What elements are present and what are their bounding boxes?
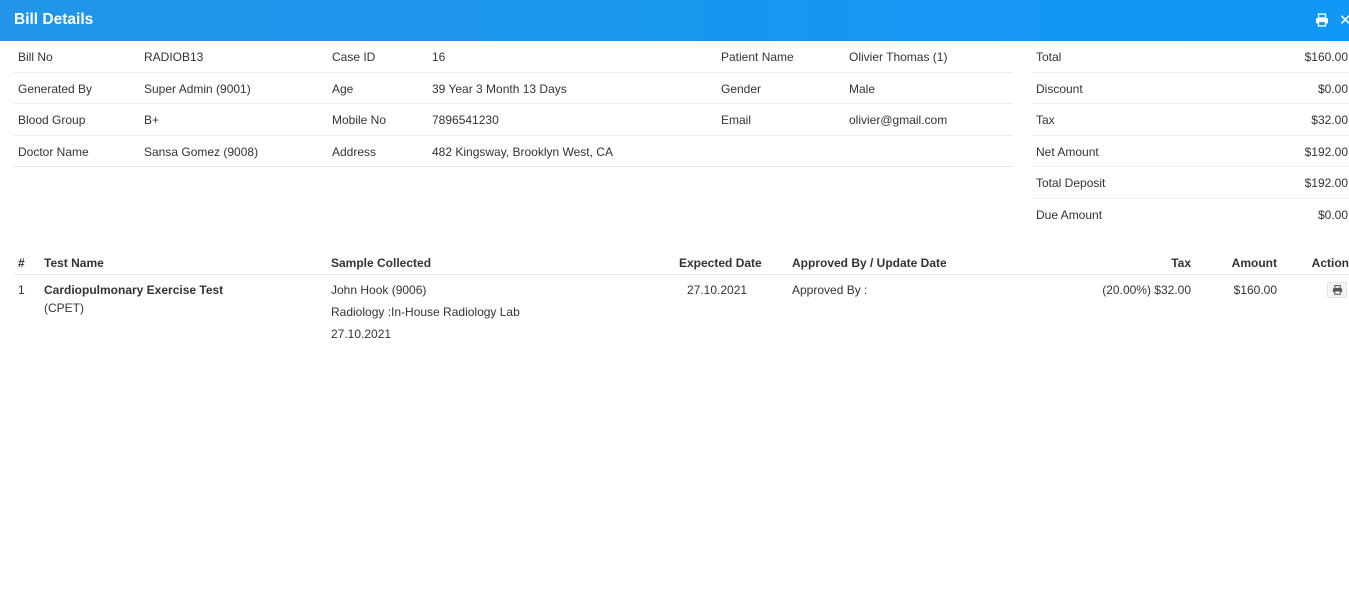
col-header-amount: Amount (1231, 256, 1277, 270)
info-value: B+ (144, 113, 160, 127)
tests-table: # Test Name Sample Collected Expected Da… (14, 250, 1349, 375)
summary-row: Total $160.00 (1032, 41, 1349, 73)
info-value: 39 Year 3 Month 13 Days (432, 81, 567, 96)
test-name-cell: Cardiopulmonary Exercise Test (CPET) (44, 283, 223, 315)
sample-collected-cell: John Hook (9006) Radiology :In-House Rad… (331, 283, 520, 341)
summary-value: $192.00 (1304, 176, 1348, 190)
summary-row: Due Amount $0.00 (1032, 199, 1349, 231)
summary-label: Discount (1036, 81, 1083, 96)
summary-value: $0.00 (1317, 207, 1348, 222)
info-row: Bill No RADIOB13 Case ID 16 Patient Name… (14, 41, 1012, 73)
summary-value: $192.00 (1304, 144, 1348, 159)
summary-label: Due Amount (1036, 207, 1103, 222)
row-print-button[interactable] (1327, 282, 1347, 298)
table-header-row: # Test Name Sample Collected Expected Da… (14, 250, 1349, 275)
col-header-tax: Tax (1171, 256, 1191, 270)
amount-value: $160.00 (1233, 283, 1277, 297)
modal-header: Bill Details ✕ (0, 0, 1349, 41)
test-name: Cardiopulmonary Exercise Test (44, 283, 224, 297)
summary-value: $160.00 (1304, 50, 1348, 64)
bill-info-table: Bill No RADIOB13 Case ID 16 Patient Name… (14, 41, 1012, 167)
info-value: Super Admin (9001) (144, 81, 251, 96)
info-value: olivier@gmail.com (849, 113, 948, 127)
bill-summary: Total $160.00 Discount $0.00 Tax $32.00 … (1032, 41, 1349, 230)
col-header-sample-collected: Sample Collected (331, 256, 432, 270)
info-value: Olivier Thomas (1) (849, 50, 948, 64)
info-label: Gender (721, 81, 762, 96)
summary-row: Discount $0.00 (1032, 73, 1349, 104)
info-label: Patient Name (721, 50, 794, 64)
summary-label: Total Deposit (1036, 176, 1106, 190)
info-row: Generated By Super Admin (9001) Age 39 Y… (14, 73, 1012, 104)
col-header-expected-date: Expected Date (679, 256, 762, 270)
info-label: Address (332, 144, 377, 159)
approved-by: Approved By : (792, 283, 868, 297)
info-value: Sansa Gomez (9008) (144, 144, 259, 159)
info-value: 16 (432, 50, 446, 64)
row-num: 1 (18, 283, 25, 297)
test-short-name: (CPET) (44, 301, 84, 315)
info-value: RADIOB13 (144, 50, 204, 64)
info-label: Generated By (18, 81, 93, 96)
info-label: Email (721, 113, 752, 127)
summary-value: $32.00 (1311, 113, 1348, 127)
summary-value: $0.00 (1317, 81, 1348, 96)
summary-row: Tax $32.00 (1032, 104, 1349, 136)
tax-value: (20.00%) $32.00 (1102, 283, 1191, 297)
col-header-action: Action (1311, 256, 1349, 270)
info-value: Male (849, 81, 876, 96)
summary-label: Tax (1036, 113, 1055, 127)
summary-row: Net Amount $192.00 (1032, 136, 1349, 167)
summary-row: Total Deposit $192.00 (1032, 167, 1349, 199)
info-row: Doctor Name Sansa Gomez (9008) Address 4… (14, 136, 1012, 167)
sample-date: 27.10.2021 (331, 327, 392, 341)
info-label: Age (332, 81, 354, 96)
summary-label: Total (1036, 50, 1062, 64)
info-label: Case ID (332, 50, 376, 64)
sample-collected-by: John Hook (9006) (331, 283, 427, 297)
info-row: Blood Group B+ Mobile No 7896541230 Emai… (14, 104, 1012, 136)
print-icon (1332, 285, 1342, 295)
sample-lab: Radiology :In-House Radiology Lab (331, 305, 520, 319)
info-value: 482 Kingsway, Brooklyn West, CA (432, 144, 613, 159)
col-header-test-name: Test Name (44, 256, 104, 270)
col-header-num: # (18, 256, 25, 270)
info-label: Blood Group (18, 113, 86, 127)
summary-label: Net Amount (1036, 144, 1099, 159)
col-header-approved-by: Approved By / Update Date (792, 256, 947, 270)
print-icon[interactable] (1315, 13, 1331, 29)
info-value: 7896541230 (432, 113, 499, 127)
info-label: Mobile No (332, 113, 387, 127)
expected-date: 27.10.2021 (687, 283, 748, 297)
modal-title: Bill Details (14, 11, 94, 28)
table-row: 1 Cardiopulmonary Exercise Test (CPET) J… (14, 275, 1349, 375)
info-label: Doctor Name (18, 144, 89, 159)
info-label: Bill No (18, 50, 53, 64)
close-icon[interactable]: ✕ (1339, 13, 1349, 29)
